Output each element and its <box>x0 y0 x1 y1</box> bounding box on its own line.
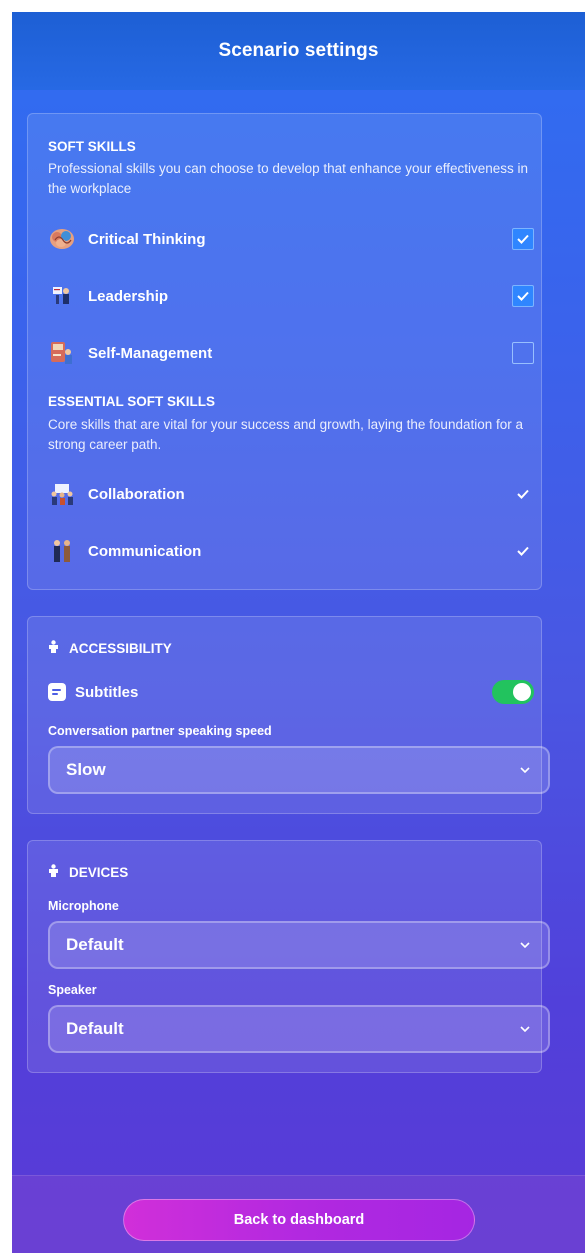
essential-soft-skills-description: Core skills that are vital for your succ… <box>48 417 523 452</box>
header: Scenario settings <box>12 12 585 90</box>
back-to-dashboard-button[interactable]: Back to dashboard <box>123 1199 475 1241</box>
skill-label: Leadership <box>88 287 169 305</box>
skill-label: Communication <box>88 542 202 560</box>
communication-icon <box>48 537 76 565</box>
collaboration-icon <box>48 480 76 508</box>
check-icon <box>512 483 534 505</box>
skill-row-leadership[interactable]: Leadership <box>48 278 534 314</box>
devices-title: DEVICES <box>48 864 128 880</box>
check-icon <box>517 234 529 244</box>
speaker-select[interactable]: Default <box>48 1005 550 1053</box>
subtitles-toggle[interactable] <box>492 680 534 704</box>
skill-label: Critical Thinking <box>88 230 206 248</box>
skill-row-self-management[interactable]: Self-Management <box>48 335 534 371</box>
devices-card: DEVICES Microphone Default Speaker Defau… <box>27 840 550 1073</box>
skills-card: SOFT SKILLS Professional skills you can … <box>27 113 542 590</box>
soft-skills-title: SOFT SKILLS <box>48 139 136 154</box>
accessibility-card: ACCESSIBILITY Subtitles Conversation par… <box>27 616 550 814</box>
soft-skills-description: Professional skills you can choose to de… <box>48 161 529 196</box>
subtitles-row: Subtitles <box>48 679 534 705</box>
speaking-speed-value: Slow <box>66 760 106 779</box>
microphone-select[interactable]: Default <box>48 921 550 969</box>
skill-label: Self-Management <box>88 344 213 362</box>
skill-row-communication: Communication <box>48 533 534 569</box>
skill-label: Collaboration <box>88 485 185 503</box>
brain-icon <box>48 225 76 253</box>
page-title: Scenario settings <box>218 40 379 61</box>
speaking-speed-select[interactable]: Slow <box>48 746 550 794</box>
leadership-checkbox[interactable] <box>512 285 534 307</box>
self-management-checkbox[interactable] <box>512 342 534 364</box>
footer: Back to dashboard <box>12 1175 585 1253</box>
self-management-icon <box>48 339 76 367</box>
check-icon <box>512 540 534 562</box>
chevron-down-icon <box>518 938 532 952</box>
speaker-value: Default <box>66 1019 124 1038</box>
person-icon <box>48 864 59 880</box>
skill-row-collaboration: Collaboration <box>48 476 534 512</box>
critical-thinking-checkbox[interactable] <box>512 228 534 250</box>
speaking-speed-label: Conversation partner speaking speed <box>48 724 272 738</box>
chevron-down-icon <box>518 763 532 777</box>
microphone-value: Default <box>66 935 124 954</box>
person-icon <box>48 640 59 656</box>
leadership-icon <box>48 282 76 310</box>
microphone-label: Microphone <box>48 899 119 913</box>
settings-panel: Scenario settings SOFT SKILLS Profession… <box>12 12 585 1253</box>
chevron-down-icon <box>518 1022 532 1036</box>
accessibility-title-text: ACCESSIBILITY <box>69 640 172 656</box>
speaker-label: Speaker <box>48 983 97 997</box>
toggle-knob <box>513 683 531 701</box>
check-icon <box>517 291 529 301</box>
subtitles-label: Subtitles <box>75 683 139 701</box>
essential-soft-skills-title: ESSENTIAL SOFT SKILLS <box>48 394 216 409</box>
subtitles-icon <box>48 683 66 701</box>
accessibility-title: ACCESSIBILITY <box>48 640 172 656</box>
skill-row-critical-thinking[interactable]: Critical Thinking <box>48 221 534 257</box>
devices-title-text: DEVICES <box>69 864 129 880</box>
